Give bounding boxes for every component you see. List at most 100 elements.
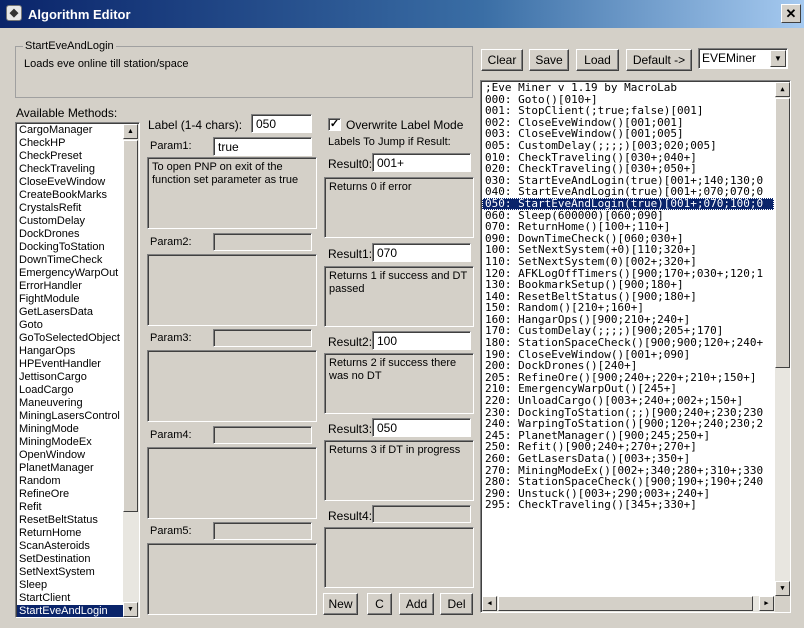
code-line[interactable]: 002: CloseEveWindow()[001;001] [482, 117, 774, 129]
code-line[interactable]: 005: CustomDelay(;;;;)[003;020;005] [482, 140, 774, 152]
result3-input[interactable]: 050 [372, 418, 471, 437]
method-item[interactable]: ErrorHandler [17, 280, 123, 293]
code-line[interactable]: 260: GetLasersData()[003+;350+] [482, 453, 774, 465]
scroll-thumb[interactable] [775, 98, 790, 368]
scroll-right-icon[interactable]: ▶ [759, 596, 774, 611]
method-item[interactable]: Maneuvering [17, 397, 123, 410]
method-item[interactable]: PlanetManager [17, 462, 123, 475]
code-line[interactable]: 090: DownTimeCheck()[060;030+] [482, 233, 774, 245]
code-line[interactable]: 120: AFKLogOffTimers()[900;170+;030+;120… [482, 268, 774, 280]
method-item[interactable]: EmergencyWarpOut [17, 267, 123, 280]
result4-input[interactable] [372, 505, 471, 523]
code-hscrollbar[interactable]: ◀ ▶ [482, 596, 775, 612]
param1-input[interactable]: true [213, 137, 312, 156]
code-line[interactable]: 280: StationSpaceCheck()[900;190+;190+;2… [482, 476, 774, 488]
method-item[interactable]: HPEventHandler [17, 358, 123, 371]
method-item[interactable]: MiningMode [17, 423, 123, 436]
code-line[interactable]: 150: Random()[210+;160+] [482, 302, 774, 314]
code-line[interactable]: 130: BookmarkSetup()[900;180+] [482, 279, 774, 291]
scroll-up-icon[interactable]: ▲ [775, 82, 790, 97]
code-line[interactable]: 100: SetNextSystem(+0)[110;320+] [482, 244, 774, 256]
code-line[interactable]: 040: StartEveAndLogin(true)[001+;070;070… [482, 186, 774, 198]
c-button[interactable]: C [367, 593, 392, 615]
method-item[interactable]: Goto [17, 319, 123, 332]
code-line[interactable]: 290: Unstuck()[003+;290;003+;240+] [482, 488, 774, 500]
method-item[interactable]: LoadCargo [17, 384, 123, 397]
hscroll-thumb[interactable] [498, 596, 753, 611]
method-item[interactable]: CargoManager [17, 124, 123, 137]
method-item[interactable]: CloseEveWindow [17, 176, 123, 189]
method-item[interactable]: CheckHP [17, 137, 123, 150]
code-line[interactable]: 170: CustomDelay(;;;;)[900;205+;170] [482, 325, 774, 337]
scroll-down-icon[interactable]: ▼ [123, 602, 138, 617]
scroll-down-icon[interactable]: ▼ [775, 581, 790, 596]
code-line[interactable]: 295: CheckTraveling()[345+;330+] [482, 499, 774, 511]
method-item[interactable]: SetDestination [17, 553, 123, 566]
code-line[interactable]: 010: CheckTraveling()[030+;040+] [482, 152, 774, 164]
code-line[interactable]: 000: Goto()[010+] [482, 94, 774, 106]
param5-input[interactable] [213, 522, 312, 540]
method-item[interactable]: CreateBookMarks [17, 189, 123, 202]
method-item[interactable]: ReturnHome [17, 527, 123, 540]
method-item[interactable]: DockingToStation [17, 241, 123, 254]
method-item[interactable]: CheckTraveling [17, 163, 123, 176]
code-line[interactable]: 060: Sleep(600000)[060;090] [482, 210, 774, 222]
method-item[interactable]: Random [17, 475, 123, 488]
method-item[interactable]: OpenWindow [17, 449, 123, 462]
code-line[interactable]: ;Eve Miner v 1.19 by MacroLab [482, 82, 774, 94]
method-item[interactable]: Refit [17, 501, 123, 514]
method-item[interactable]: JettisonCargo [17, 371, 123, 384]
code-vscrollbar[interactable]: ▲ ▼ [775, 82, 790, 596]
overwrite-checkbox[interactable]: ✓ [328, 118, 341, 131]
result0-input[interactable]: 001+ [372, 153, 471, 172]
code-line[interactable]: 050: StartEveAndLogin(true)[001+;070;100… [482, 197, 774, 210]
scroll-up-icon[interactable]: ▲ [123, 124, 138, 139]
code-line[interactable]: 190: CloseEveWindow()[001+;090] [482, 349, 774, 361]
method-item[interactable]: StartClient [17, 592, 123, 605]
method-item[interactable]: CheckPreset [17, 150, 123, 163]
scroll-thumb[interactable] [123, 140, 138, 512]
code-line[interactable]: 030: StartEveAndLogin(true)[001+;140;130… [482, 175, 774, 187]
label-input[interactable]: 050 [251, 114, 312, 133]
scroll-left-icon[interactable]: ◀ [482, 596, 497, 611]
method-item[interactable]: MiningLasersControl [17, 410, 123, 423]
profile-select[interactable]: EVEMiner ▼ [698, 48, 788, 69]
param4-input[interactable] [213, 426, 312, 444]
chevron-down-icon[interactable]: ▼ [770, 50, 786, 67]
code-line[interactable]: 210: EmergencyWarpOut()[245+] [482, 383, 774, 395]
default-button[interactable]: Default -> [626, 49, 692, 71]
methods-scrollbar[interactable]: ▲ ▼ [123, 124, 139, 617]
param3-input[interactable] [213, 329, 312, 347]
code-line[interactable]: 020: CheckTraveling()[030+;050+] [482, 163, 774, 175]
method-item[interactable]: DownTimeCheck [17, 254, 123, 267]
add-button[interactable]: Add [399, 593, 434, 615]
method-item[interactable]: DockDrones [17, 228, 123, 241]
method-item[interactable]: HangarOps [17, 345, 123, 358]
method-item[interactable]: GoToSelectedObject [17, 332, 123, 345]
methods-list[interactable]: CargoManager CheckHP CheckPreset CheckTrave… [15, 122, 140, 618]
result1-input[interactable]: 070 [372, 243, 471, 262]
method-item[interactable]: ResetBeltStatus [17, 514, 123, 527]
code-line[interactable]: 270: MiningModeEx()[002+;340;280+;310+;3… [482, 465, 774, 477]
code-line[interactable]: 245: PlanetManager()[900;245;250+] [482, 430, 774, 442]
method-item[interactable]: StartEveAndLogin [17, 605, 123, 617]
app-icon[interactable]: ◆ [6, 5, 22, 21]
method-item[interactable]: GetLasersData [17, 306, 123, 319]
code-line[interactable]: 240: WarpingToStation()[900;120+;240;230… [482, 418, 774, 430]
save-button[interactable]: Save [529, 49, 569, 71]
code-line[interactable]: 200: DockDrones()[240+] [482, 360, 774, 372]
code-line[interactable]: 003: CloseEveWindow()[001;005] [482, 128, 774, 140]
result2-input[interactable]: 100 [372, 331, 471, 350]
code-line[interactable]: 250: Refit()[900;240+;270+;270+] [482, 441, 774, 453]
method-item[interactable]: RefineOre [17, 488, 123, 501]
code-line[interactable]: 220: UnloadCargo()[003+;240+;002+;150+] [482, 395, 774, 407]
method-item[interactable]: Sleep [17, 579, 123, 592]
code-line[interactable]: 160: HangarOps()[900;210+;240+] [482, 314, 774, 326]
new-button[interactable]: New [323, 593, 358, 615]
code-line[interactable]: 001: StopClient(;true;false)[001] [482, 105, 774, 117]
method-item[interactable]: CrystalsRefit [17, 202, 123, 215]
code-line[interactable]: 180: StationSpaceCheck()[900;900;120+;24… [482, 337, 774, 349]
method-item[interactable]: ScanAsteroids [17, 540, 123, 553]
code-line[interactable]: 110: SetNextSystem(0)[002+;320+] [482, 256, 774, 268]
code-line[interactable]: 205: RefineOre()[900;240+;220+;210+;150+… [482, 372, 774, 384]
